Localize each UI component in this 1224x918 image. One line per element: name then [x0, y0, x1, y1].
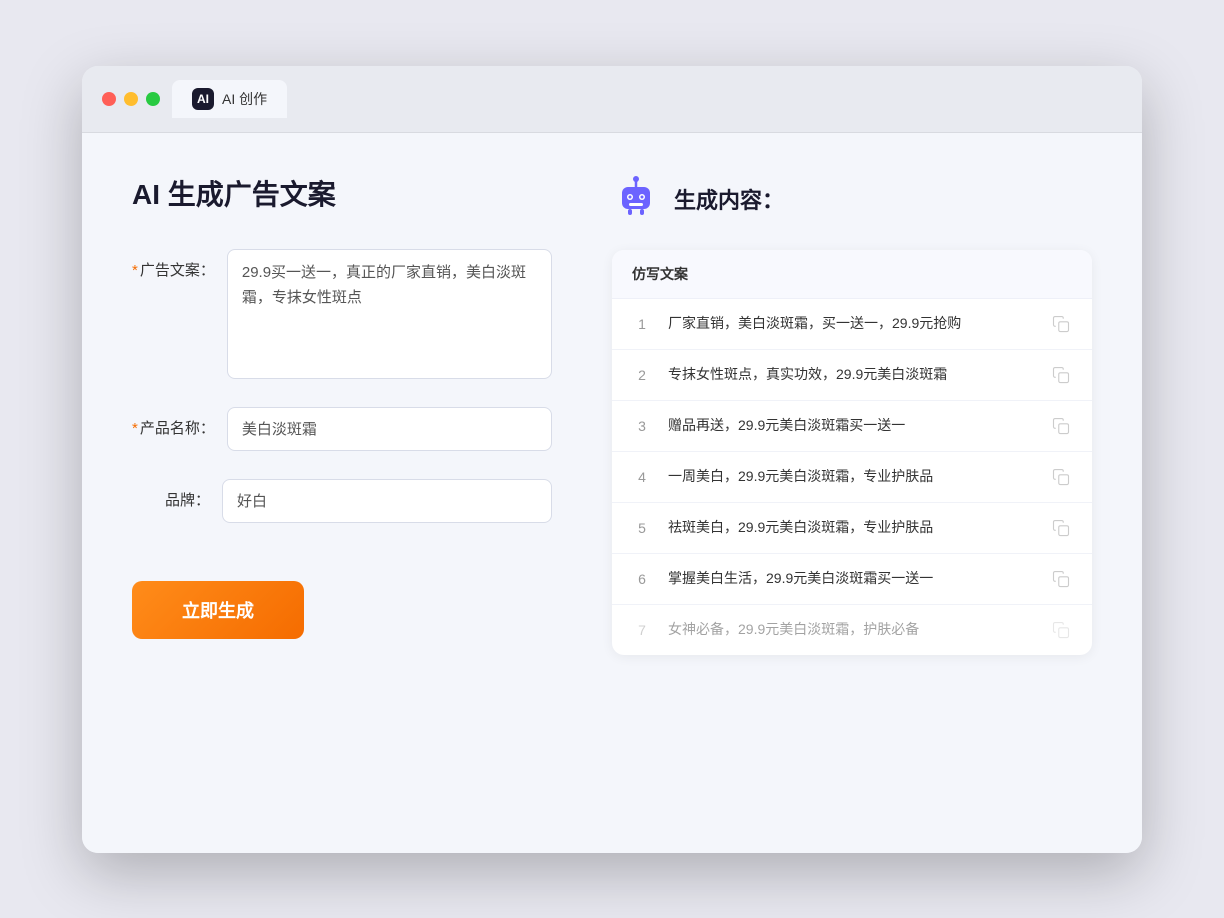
- row-number: 1: [632, 316, 652, 332]
- title-bar: AI AI 创作: [82, 66, 1142, 133]
- table-row: 4 一周美白，29.9元美白淡斑霜，专业护肤品: [612, 452, 1092, 503]
- left-panel: AI 生成广告文案 *广告文案： 29.9买一送一，真正的厂家直销，美白淡斑霜，…: [132, 173, 552, 813]
- row-number: 5: [632, 520, 652, 536]
- maximize-button[interactable]: [146, 92, 160, 106]
- ad-copy-group: *广告文案： 29.9买一送一，真正的厂家直销，美白淡斑霜，专抹女性斑点: [132, 249, 552, 379]
- traffic-lights: [102, 92, 160, 106]
- browser-window: AI AI 创作 AI 生成广告文案 *广告文案： 29.9买一送一，真正的厂家…: [82, 66, 1142, 853]
- copy-icon[interactable]: [1050, 466, 1072, 488]
- page-title: AI 生成广告文案: [132, 173, 552, 213]
- tab-label: AI 创作: [222, 89, 267, 109]
- row-text: 专抹女性斑点，真实功效，29.9元美白淡斑霜: [668, 364, 1034, 385]
- product-name-group: *产品名称：: [132, 407, 552, 451]
- row-number: 6: [632, 571, 652, 587]
- table-row: 1 厂家直销，美白淡斑霜，买一送一，29.9元抢购: [612, 299, 1092, 350]
- row-number: 7: [632, 622, 652, 638]
- row-text: 掌握美白生活，29.9元美白淡斑霜买一送一: [668, 568, 1034, 589]
- table-row: 6 掌握美白生活，29.9元美白淡斑霜买一送一: [612, 554, 1092, 605]
- table-row: 5 祛斑美白，29.9元美白淡斑霜，专业护肤品: [612, 503, 1092, 554]
- robot-icon: [612, 173, 660, 226]
- content-area: AI 生成广告文案 *广告文案： 29.9买一送一，真正的厂家直销，美白淡斑霜，…: [82, 133, 1142, 853]
- brand-label: 品牌：: [132, 479, 222, 510]
- close-button[interactable]: [102, 92, 116, 106]
- brand-group: 品牌：: [132, 479, 552, 523]
- product-name-input[interactable]: [227, 407, 552, 451]
- tab-ai-creation[interactable]: AI AI 创作: [172, 80, 287, 118]
- result-header: 生成内容：: [612, 173, 1092, 226]
- table-row: 7 女神必备，29.9元美白淡斑霜，护肤必备: [612, 605, 1092, 655]
- row-text: 厂家直销，美白淡斑霜，买一送一，29.9元抢购: [668, 313, 1034, 334]
- brand-input[interactable]: [222, 479, 552, 523]
- row-number: 2: [632, 367, 652, 383]
- result-table: 仿写文案 1 厂家直销，美白淡斑霜，买一送一，29.9元抢购 2 专抹女性斑点，…: [612, 250, 1092, 655]
- copy-icon[interactable]: [1050, 313, 1072, 335]
- row-number: 3: [632, 418, 652, 434]
- row-text: 女神必备，29.9元美白淡斑霜，护肤必备: [668, 619, 1034, 640]
- product-name-label: *产品名称：: [132, 407, 227, 438]
- tab-icon: AI: [192, 88, 214, 110]
- row-number: 4: [632, 469, 652, 485]
- ad-copy-label: *广告文案：: [132, 249, 227, 280]
- copy-icon[interactable]: [1050, 619, 1072, 641]
- required-star: *: [132, 262, 138, 279]
- copy-icon[interactable]: [1050, 415, 1072, 437]
- copy-icon[interactable]: [1050, 517, 1072, 539]
- ad-copy-textarea[interactable]: 29.9买一送一，真正的厂家直销，美白淡斑霜，专抹女性斑点: [227, 249, 552, 379]
- copy-icon[interactable]: [1050, 568, 1072, 590]
- table-row: 2 专抹女性斑点，真实功效，29.9元美白淡斑霜: [612, 350, 1092, 401]
- row-text: 赠品再送，29.9元美白淡斑霜买一送一: [668, 415, 1034, 436]
- generate-button[interactable]: 立即生成: [132, 581, 304, 639]
- copy-icon[interactable]: [1050, 364, 1072, 386]
- table-header: 仿写文案: [612, 250, 1092, 299]
- table-row: 3 赠品再送，29.9元美白淡斑霜买一送一: [612, 401, 1092, 452]
- row-text: 祛斑美白，29.9元美白淡斑霜，专业护肤品: [668, 517, 1034, 538]
- required-star: *: [132, 420, 138, 437]
- result-title: 生成内容：: [674, 183, 784, 215]
- row-text: 一周美白，29.9元美白淡斑霜，专业护肤品: [668, 466, 1034, 487]
- minimize-button[interactable]: [124, 92, 138, 106]
- right-panel: 生成内容： 仿写文案 1 厂家直销，美白淡斑霜，买一送一，29.9元抢购 2 专…: [612, 173, 1092, 813]
